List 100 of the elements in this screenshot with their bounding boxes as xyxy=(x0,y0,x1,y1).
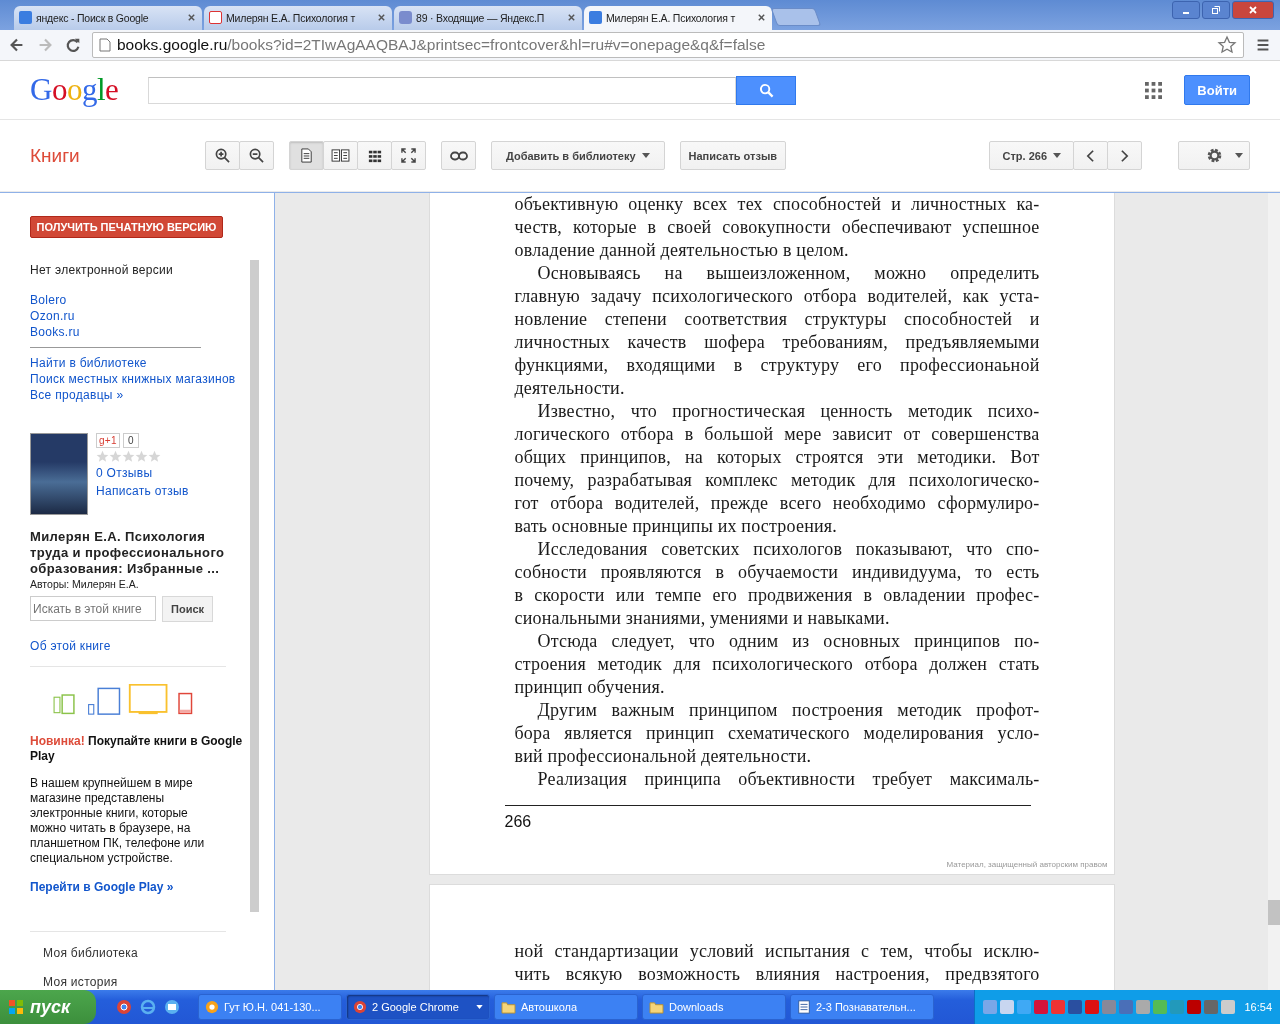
browser-tab[interactable]: Милерян Е.А. Психология т xyxy=(204,5,392,30)
page-selector-button[interactable]: Стр. 266 xyxy=(989,141,1074,171)
browser-tab[interactable]: 89 · Входящие — Яндекс.П xyxy=(394,5,582,30)
new-tab-button[interactable] xyxy=(770,7,822,26)
close-icon[interactable] xyxy=(757,13,766,23)
mail-icon[interactable] xyxy=(164,999,180,1015)
search-icon xyxy=(758,82,774,98)
book-authors: Авторы: Милерян Е.А. xyxy=(30,578,140,591)
search-field[interactable] xyxy=(148,76,737,104)
close-icon[interactable] xyxy=(567,13,576,23)
seller-link[interactable]: Ozon.ru xyxy=(30,308,75,325)
tray-app-icon[interactable] xyxy=(1068,1000,1083,1014)
double-view-button[interactable] xyxy=(323,141,358,171)
taskbar-button[interactable]: Downloads xyxy=(642,994,786,1020)
text-line: общих принципов, на которых строятся эти методики. Вот xyxy=(514,446,1040,469)
previous-page-button[interactable] xyxy=(1073,141,1108,171)
settings-button[interactable] xyxy=(1178,141,1250,171)
taskbar-button[interactable]: Автошкола xyxy=(494,994,638,1020)
close-icon xyxy=(1248,5,1258,15)
search-in-book-button[interactable]: Поиск xyxy=(162,596,213,623)
seller-link[interactable]: Books.ru xyxy=(30,324,80,341)
browser-icon[interactable] xyxy=(116,999,132,1015)
search-in-book-field[interactable]: Искать в этой книге xyxy=(30,596,156,622)
no-ebook-text: Нет электронной версии xyxy=(30,263,175,278)
tray-app-icon[interactable] xyxy=(1034,1000,1049,1014)
taskbar-button[interactable]: 2 Google Chrome xyxy=(346,994,490,1020)
add-to-library-button[interactable]: Добавить в библиотеку xyxy=(491,141,665,171)
link-button[interactable] xyxy=(441,141,476,171)
tab-favicon-icon xyxy=(209,11,222,25)
restore-button[interactable] xyxy=(1202,1,1230,19)
copyright-notice: Материал, защищенный авторским правом xyxy=(946,860,1108,869)
store-link[interactable]: Найти в библиотеке xyxy=(30,355,147,372)
text-line: функциями, входящими в структуру его профессионаьной xyxy=(514,354,1040,377)
close-button[interactable] xyxy=(1232,1,1274,19)
next-page-button[interactable] xyxy=(1107,141,1142,171)
text-line: строения методик для психологического отбора должен стать xyxy=(514,653,1040,676)
store-link[interactable]: Поиск местных книжных магазинов xyxy=(30,371,236,388)
text-line: бора является принцип схематического моделирования усло- xyxy=(514,722,1040,745)
promo-text: В нашем крупнейшем в мире магазине представлены электронные книги, которые можно читать в браузере, на планшетном ПК, телефоне или специальном устройстве. xyxy=(30,776,206,866)
grid-view-button[interactable] xyxy=(357,141,392,171)
text-line: сиональными знаниями, умениями и навыками. xyxy=(514,607,891,630)
write-review-button[interactable]: Написать отзыв xyxy=(679,141,787,171)
text-line: Основываясь на вышеизложенном, можно определить xyxy=(536,262,1040,285)
envelope-icon xyxy=(399,11,412,25)
text-line: честв, которые в своей совокупности обеспечивают успешное xyxy=(514,216,1040,239)
link-icon xyxy=(449,150,468,161)
apps-grid-icon[interactable] xyxy=(1145,81,1163,99)
scrollbar-thumb[interactable] xyxy=(1268,900,1280,925)
zoom-out-button[interactable] xyxy=(239,141,274,171)
text-line: вать основные принципы их построения. xyxy=(514,515,838,538)
text-line: овладение данной деятельностью в целом. xyxy=(514,239,850,262)
caret-icon xyxy=(476,1005,483,1009)
browser-tab[interactable]: Милерян Е.А. Психология т xyxy=(584,5,772,30)
single-view-button[interactable] xyxy=(289,141,324,171)
text-line: чить всякую возможность влияния настроения, предвзятого xyxy=(514,963,1040,986)
chevron-right-icon xyxy=(1120,148,1129,163)
browser-icon[interactable] xyxy=(140,999,156,1015)
url-text: books.google.ru/books?id=2TIwAgAAQBAJ&printsec=frontcover&hl=ru#v=onepage&q&f=false xyxy=(117,35,767,54)
about-book-link[interactable]: Об этой книге xyxy=(30,638,111,655)
write-review-link[interactable]: Написать отзыв xyxy=(96,483,189,500)
library-menu-item[interactable]: Моя библиотека xyxy=(30,946,250,961)
text-line: логического отбора в большой мере зависит от совершенства xyxy=(514,423,1040,446)
grid-icon xyxy=(367,148,382,163)
library-menu-item[interactable]: Моя история xyxy=(30,975,250,990)
text-line: собности проявляются в обучаемости индивидуума, то есть xyxy=(514,561,1040,584)
text-line: Исследования советских психологов показывают, что спо- xyxy=(536,538,1040,561)
text-line: гот отбора водителей, прежде всего необходимо сформулиро- xyxy=(514,492,1040,515)
taskbar-button[interactable]: Гут Ю.Н. 041-130... xyxy=(198,994,342,1020)
close-icon[interactable] xyxy=(187,13,196,23)
text-line: Реализация принципа объективности требует максималь- xyxy=(536,768,1040,791)
scrollbar[interactable] xyxy=(250,260,259,912)
reviews-link[interactable]: 0 Отзывы xyxy=(96,465,153,482)
taskbar-button[interactable]: 2-3 Познавательн... xyxy=(790,994,934,1020)
zoom-in-button[interactable] xyxy=(205,141,240,171)
settings-icon xyxy=(1206,147,1223,165)
search-button[interactable] xyxy=(736,75,797,105)
plus-one-button[interactable]: g+1 xyxy=(96,433,120,449)
zoom-in-icon xyxy=(215,148,230,164)
text-line: вий профессиональной деятельности. xyxy=(514,745,813,768)
address-field[interactable]: books.google.ru/books?id=2TIwAgAAQBAJ&printsec=frontcover&hl=ru#v=onepage&q&f=false xyxy=(92,31,1244,58)
google-play-link[interactable]: Перейти в Google Play » xyxy=(30,879,174,895)
store-link[interactable]: Все продавцы » xyxy=(30,387,124,404)
minimize-button[interactable] xyxy=(1172,1,1200,19)
fullscreen-view-button[interactable] xyxy=(391,141,426,171)
google-logo[interactable]: Google xyxy=(30,72,119,109)
promo-headline: Новинка! Покупайте книги в Google Play xyxy=(30,734,244,764)
browser-tab[interactable]: яндекс - Поиск в Google xyxy=(14,5,202,30)
seller-link[interactable]: Bolero xyxy=(30,292,67,309)
close-icon[interactable] xyxy=(377,13,386,23)
get-print-version-button[interactable]: ПОЛУЧИТЬ ПЕЧАТНУЮ ВЕРСИЮ xyxy=(30,216,223,239)
bookmark-star-icon[interactable] xyxy=(1217,34,1237,55)
tray-app-icon[interactable] xyxy=(1187,1000,1202,1014)
windows-logo-icon xyxy=(8,999,24,1015)
chevron-left-icon xyxy=(1086,148,1095,163)
plus-one-count: 0 xyxy=(122,433,139,449)
section-title[interactable]: Книги xyxy=(30,144,190,167)
zoom-out-icon xyxy=(249,148,264,164)
book-cover-image[interactable] xyxy=(30,433,88,516)
tray-app-icon[interactable] xyxy=(1085,1000,1100,1014)
start-button[interactable]: пуск xyxy=(0,990,96,1024)
